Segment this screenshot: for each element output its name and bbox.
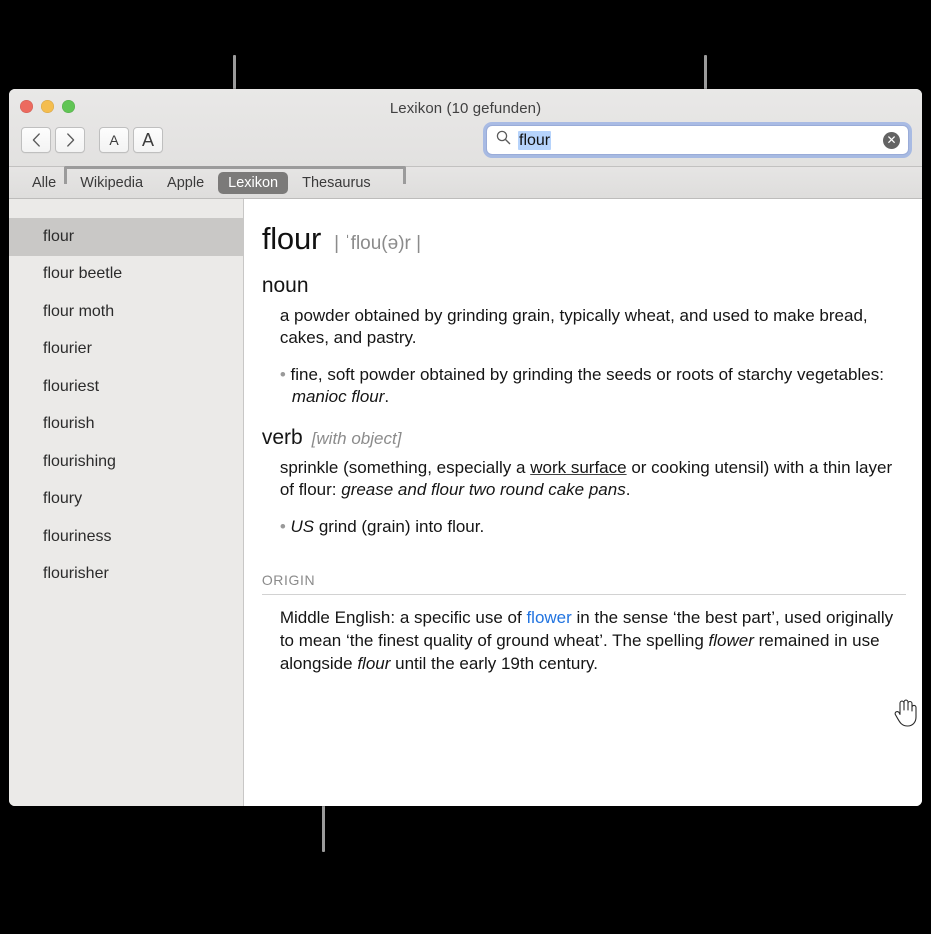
text-smaller-button[interactable]: A bbox=[99, 127, 129, 153]
origin-part-1: Middle English: a specific use of bbox=[279, 608, 527, 628]
verb-sense-1-tail: . bbox=[625, 480, 631, 500]
origin-body: Middle English: a specific use of flower… bbox=[280, 607, 908, 676]
pos-noun-label: noun bbox=[261, 274, 309, 297]
verb-sense-1-before: sprinkle (something, especially a bbox=[279, 457, 531, 477]
flower-link[interactable]: flower bbox=[526, 608, 571, 627]
toolbar-nav-group: A A bbox=[21, 127, 163, 153]
window-titlebar: Lexikon (10 gefunden) A A flour ✕ bbox=[9, 89, 922, 167]
sidebar-item-flourier[interactable]: flourier bbox=[9, 331, 243, 369]
dictionary-window: Lexikon (10 gefunden) A A flour ✕ Alle W… bbox=[9, 89, 922, 806]
window-title: Lexikon (10 gefunden) bbox=[389, 100, 542, 117]
text-larger-label: A bbox=[141, 129, 154, 150]
search-input-value[interactable]: flour bbox=[518, 130, 552, 150]
sidebar-item-flour-beetle[interactable]: flour beetle bbox=[9, 256, 243, 294]
headword: flour bbox=[261, 221, 322, 256]
origin-italic-flower: flower bbox=[708, 631, 754, 650]
verb-subsense-1-text: grind (grain) into flour. bbox=[314, 516, 485, 536]
pronunciation: | ˈflou(ə)r | bbox=[334, 233, 422, 254]
window-body: flour flour beetle flour moth flourier f… bbox=[9, 199, 922, 806]
sidebar-item-floury[interactable]: floury bbox=[9, 481, 243, 519]
search-icon bbox=[496, 130, 511, 150]
text-larger-button[interactable]: A bbox=[133, 127, 163, 153]
sidebar-item-flouriness[interactable]: flouriness bbox=[9, 518, 243, 556]
text-smaller-label: A bbox=[109, 132, 119, 148]
forward-button[interactable] bbox=[55, 127, 85, 153]
sidebar-item-flouriest[interactable]: flouriest bbox=[9, 368, 243, 406]
origin-part-4: until the early 19th century. bbox=[390, 653, 598, 673]
sidebar-item-flourishing[interactable]: flourishing bbox=[9, 443, 243, 481]
search-field[interactable]: flour ✕ bbox=[486, 125, 909, 155]
origin-italic-flour: flour bbox=[357, 653, 391, 673]
clear-search-icon[interactable]: ✕ bbox=[883, 131, 900, 149]
noun-subsense-1-tail: . bbox=[384, 387, 390, 407]
noun-sense-1: a powder obtained by grinding grain, typ… bbox=[279, 306, 868, 348]
work-surface-link[interactable]: work surface bbox=[530, 458, 626, 477]
origin-divider bbox=[261, 594, 906, 596]
tab-lexikon[interactable]: Lexikon bbox=[218, 171, 289, 194]
sidebar-item-flour[interactable]: flour bbox=[9, 218, 243, 256]
tab-apple[interactable]: Apple bbox=[157, 172, 214, 194]
headword-row: flour | ˈflou(ə)r | bbox=[262, 221, 908, 257]
verb-subsense-1-region-label: US bbox=[290, 516, 315, 536]
noun-subsense-1: • fine, soft powder obtained by grinding… bbox=[280, 364, 908, 409]
tab-alle[interactable]: Alle bbox=[22, 172, 66, 194]
noun-subsense-1-text: fine, soft powder obtained by grinding t… bbox=[290, 364, 884, 384]
pointing-hand-cursor bbox=[892, 698, 918, 728]
chevron-left-icon bbox=[32, 133, 41, 147]
bullet-icon: • bbox=[279, 364, 291, 384]
tab-wikipedia[interactable]: Wikipedia bbox=[70, 172, 153, 194]
source-tab-bar: Alle Wikipedia Apple Lexikon Thesaurus bbox=[9, 167, 922, 199]
part-of-speech-noun: noun bbox=[262, 274, 908, 298]
results-sidebar[interactable]: flour flour beetle flour moth flourier f… bbox=[9, 199, 244, 806]
verb-sense-1: sprinkle (something, especially a work s… bbox=[280, 457, 905, 502]
definition-pane: flour | ˈflou(ə)r | noun a powder obtain… bbox=[243, 199, 922, 806]
sidebar-item-flourisher[interactable]: flourisher bbox=[9, 556, 243, 594]
part-of-speech-verb: verb [with object] bbox=[262, 426, 908, 450]
back-button[interactable] bbox=[21, 127, 51, 153]
verb-grammar-note: [with object] bbox=[311, 428, 402, 448]
pos-verb-label: verb bbox=[261, 425, 303, 449]
bullet-icon: • bbox=[279, 516, 291, 536]
sidebar-item-flour-moth[interactable]: flour moth bbox=[9, 293, 243, 331]
sidebar-item-flourish[interactable]: flourish bbox=[9, 406, 243, 444]
noun-subsense-1-example: manioc flour bbox=[291, 387, 385, 407]
tab-thesaurus[interactable]: Thesaurus bbox=[292, 172, 381, 194]
origin-heading: ORIGIN bbox=[261, 572, 316, 589]
chevron-right-icon bbox=[66, 133, 75, 147]
verb-subsense-1: • US grind (grain) into flour. bbox=[280, 516, 908, 538]
verb-sense-1-example: grease and flour two round cake pans bbox=[341, 480, 626, 500]
